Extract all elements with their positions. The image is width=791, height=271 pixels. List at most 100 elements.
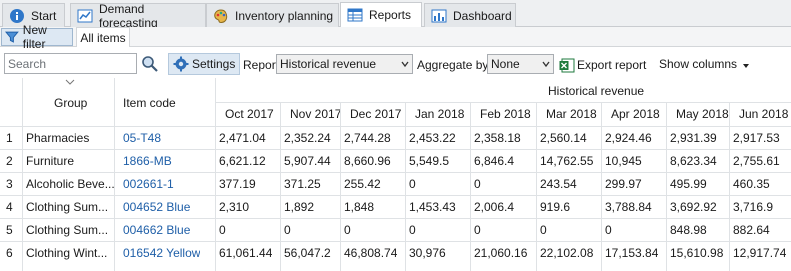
revenue-cell: 2,352.24 [284, 131, 331, 145]
revenue-cell: 2,931.39 [670, 131, 717, 145]
palette-icon [213, 8, 229, 24]
month-column-header[interactable]: Nov 2017 [290, 107, 341, 121]
revenue-cell: 6,621.12 [219, 154, 266, 168]
grid-row-line [0, 149, 791, 150]
grid-column-line [22, 78, 23, 271]
show-columns-label: Show columns [659, 57, 738, 71]
tab-label: Inventory planning [235, 8, 334, 23]
report-select[interactable]: Historical revenue [276, 54, 413, 74]
revenue-cell: 2,744.28 [344, 131, 391, 145]
bar-chart-icon [431, 8, 447, 24]
all-items-tab[interactable]: All items [76, 27, 130, 47]
item-code-cell[interactable]: 05-T48 [123, 131, 161, 145]
caret-down-icon [743, 63, 750, 68]
grid-column-line [729, 102, 730, 271]
revenue-cell: 17,153.84 [605, 246, 659, 260]
tab-dashboard[interactable]: Dashboard [424, 3, 516, 27]
new-filter-label: New filter [22, 23, 47, 51]
month-column-header[interactable]: Dec 2017 [350, 107, 401, 121]
revenue-cell: 3,692.92 [670, 200, 717, 214]
search-input[interactable] [4, 53, 137, 74]
revenue-cell: 22,102.08 [540, 246, 594, 260]
row-number-cell: 1 [6, 131, 13, 145]
revenue-cell: 1,848 [344, 200, 375, 214]
report-table-icon [347, 7, 363, 23]
group-cell: Clothing Sum... [26, 223, 109, 237]
item-code-column-header[interactable]: Item code [123, 96, 176, 110]
group-cell: Clothing Sum... [26, 200, 109, 214]
revenue-cell: 30,976 [409, 246, 446, 260]
group-cell: Pharmacies [26, 131, 90, 145]
tab-label: Reports [369, 8, 412, 22]
report-label: Report [243, 58, 280, 72]
month-column-header[interactable]: May 2018 [676, 107, 729, 121]
revenue-cell: 2,917.53 [733, 131, 780, 145]
item-code-cell[interactable]: 002661-1 [123, 177, 174, 191]
revenue-cell: 0 [605, 223, 612, 237]
aggregate-select[interactable]: None [487, 54, 554, 74]
revenue-cell: 0 [344, 223, 351, 237]
revenue-cell: 0 [540, 223, 547, 237]
funnel-icon [5, 31, 19, 43]
tab-demand-forecasting[interactable]: Demand forecasting [70, 2, 206, 30]
revenue-cell: 3,788.84 [605, 200, 652, 214]
grid-column-line [280, 102, 281, 271]
export-report-button[interactable]: Export report [559, 56, 646, 74]
revenue-cell: 8,660.96 [344, 154, 391, 168]
revenue-cell: 848.98 [670, 223, 707, 237]
item-code-cell[interactable]: 004662 Blue [123, 223, 190, 237]
main-tab-bar: Start Demand forecasting Inventory plann… [0, 0, 791, 30]
report-select-value: Historical revenue [280, 57, 377, 71]
row-number-cell: 6 [6, 246, 13, 260]
revenue-cell: 377.19 [219, 177, 256, 191]
revenue-cell: 2,310 [219, 200, 250, 214]
revenue-cell: 1,892 [284, 200, 315, 214]
sort-chevron-icon[interactable] [65, 79, 75, 85]
grid-column-line [666, 102, 667, 271]
grid-row-line [0, 172, 791, 173]
revenue-cell: 460.35 [733, 177, 770, 191]
historical-revenue-header: Historical revenue [548, 84, 645, 98]
revenue-cell: 2,358.18 [474, 131, 521, 145]
month-column-header[interactable]: Oct 2017 [225, 107, 274, 121]
show-columns-button[interactable]: Show columns [659, 57, 751, 71]
item-code-cell[interactable]: 016542 Yellow [123, 246, 200, 260]
month-column-header[interactable]: Jan 2018 [415, 107, 464, 121]
tab-inventory-planning[interactable]: Inventory planning [206, 3, 339, 27]
grid-row-line [0, 126, 791, 127]
grid-column-line [405, 102, 406, 271]
revenue-cell: 14,762.55 [540, 154, 594, 168]
tab-label: Dashboard [453, 8, 512, 23]
grid-row-line [0, 241, 791, 242]
revenue-cell: 15,610.98 [670, 246, 724, 260]
all-items-label: All items [80, 30, 126, 45]
settings-button[interactable]: Settings [168, 53, 240, 75]
revenue-cell: 2,453.22 [409, 131, 456, 145]
revenue-cell: 6,846.4 [474, 154, 515, 168]
revenue-cell: 1,453.43 [409, 200, 456, 214]
month-column-header[interactable]: Jun 2018 [739, 107, 788, 121]
item-code-cell[interactable]: 004652 Blue [123, 200, 190, 214]
revenue-cell: 5,907.44 [284, 154, 331, 168]
line-chart-icon [77, 8, 93, 24]
revenue-cell: 21,060.16 [474, 246, 528, 260]
tab-reports[interactable]: Reports [340, 2, 422, 27]
gear-icon [173, 56, 189, 72]
revenue-cell: 0 [409, 177, 416, 191]
item-code-cell[interactable]: 1866-MB [123, 154, 172, 168]
group-cell: Furniture [26, 154, 75, 168]
aggregate-label: Aggregate by [417, 58, 489, 72]
month-column-header[interactable]: Apr 2018 [611, 107, 660, 121]
search-icon[interactable] [141, 55, 159, 73]
group-column-header[interactable]: Group [54, 96, 87, 110]
month-column-header[interactable]: Feb 2018 [480, 107, 531, 121]
export-report-label: Export report [577, 58, 647, 72]
grid-column-line [536, 102, 537, 271]
revenue-cell: 255.42 [344, 177, 381, 191]
grid-column-line [215, 78, 216, 271]
month-column-header[interactable]: Mar 2018 [546, 107, 597, 121]
revenue-cell: 46,808.74 [344, 246, 398, 260]
filter-bar: New filter All items [0, 23, 791, 51]
revenue-cell: 3,716.9 [733, 200, 774, 214]
new-filter-button[interactable]: New filter [1, 23, 73, 51]
